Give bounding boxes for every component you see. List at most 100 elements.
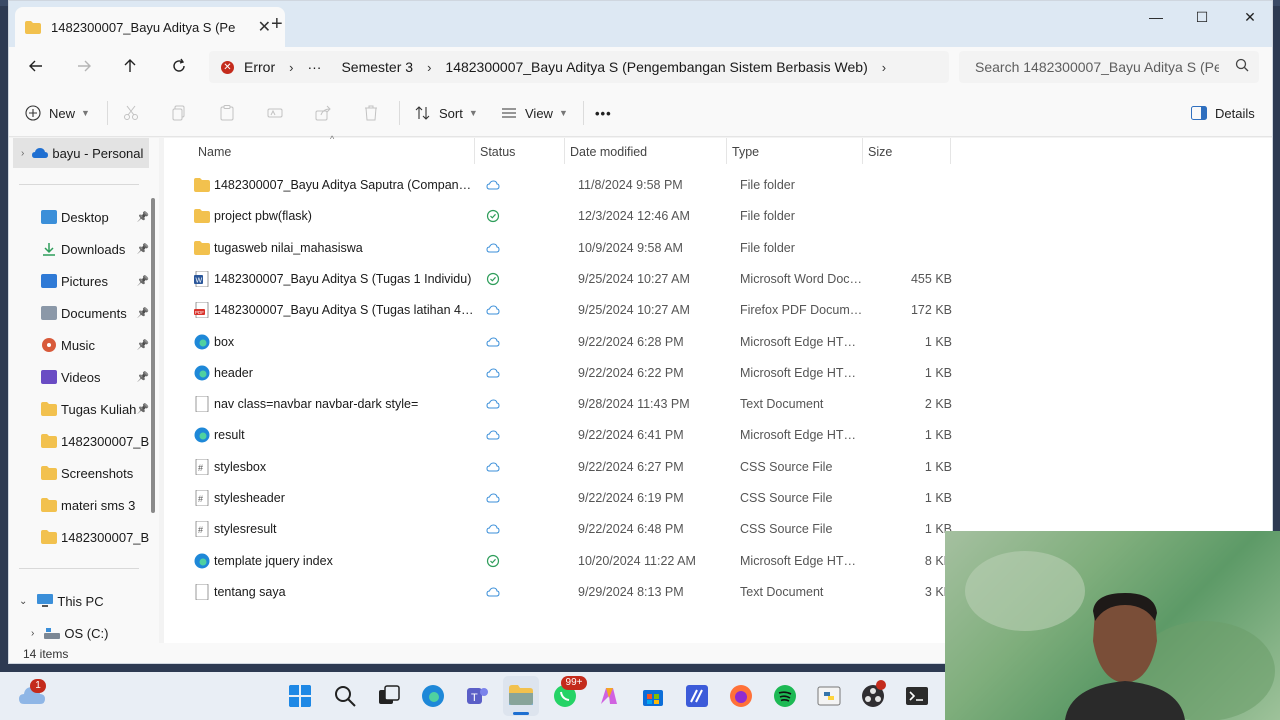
details-button[interactable]: Details (1191, 101, 1255, 125)
new-tab-button[interactable]: + (271, 13, 283, 36)
file-row[interactable]: W 1482300007_Bayu Aditya S (Tugas 1 Indiv… (184, 264, 954, 295)
close-tab-icon[interactable]: ✕ (258, 17, 271, 37)
column-header-date[interactable]: Date modified (570, 145, 647, 159)
sidebar-item-1[interactable]: Desktop 📌 (9, 202, 149, 232)
breadcrumb-semester[interactable]: Semester 3 (341, 59, 413, 75)
file-row[interactable]: 1482300007_Bayu Aditya Saputra (Company … (184, 170, 954, 201)
copilot-icon[interactable] (597, 684, 621, 708)
firefox-icon[interactable] (729, 684, 753, 708)
sidebar-item-onedrive[interactable]: › bayu - Personal (13, 138, 149, 168)
sidebar-item-8[interactable]: 1482300007_Bayu Aditya S (Pengembangan S… (9, 426, 149, 456)
file-row[interactable]: # stylesheader 9/22/2024 6:19 PM CSS Source… (184, 483, 954, 514)
pin-icon[interactable]: 📌 (137, 212, 149, 223)
pdf-icon: PDF (194, 302, 209, 319)
sidebar-item-label: Music (61, 337, 95, 353)
cut-button[interactable] (123, 101, 139, 125)
file-row[interactable]: project pbw(flask) 12/3/2024 12:46 AM File… (184, 201, 954, 232)
column-divider[interactable] (726, 138, 727, 164)
tab-current[interactable]: 1482300007_Bayu Aditya S (Pe ✕ (15, 7, 285, 47)
python-idle-icon[interactable] (817, 684, 841, 708)
search-box[interactable]: Search 1482300007_Bayu Aditya S (Pengemb… (959, 51, 1259, 83)
task-view-icon[interactable] (377, 684, 401, 708)
back-button[interactable] (21, 55, 51, 81)
sidebar-item-6[interactable]: Videos 📌 (9, 362, 149, 392)
videos-icon (41, 370, 57, 384)
pin-icon[interactable]: 📌 (137, 404, 149, 415)
pin-icon[interactable]: 📌 (137, 244, 149, 255)
sidebar-item-2[interactable]: Downloads 📌 (9, 234, 149, 264)
obs-button[interactable] (861, 680, 886, 708)
delete-button[interactable] (363, 101, 379, 125)
svg-text:#: # (198, 494, 203, 504)
column-divider[interactable] (474, 138, 475, 164)
copy-button[interactable] (171, 101, 187, 125)
column-header-status[interactable]: Status (480, 145, 515, 159)
sidebar-item-9[interactable]: Screenshots (9, 458, 149, 488)
file-row[interactable]: template jquery index 10/20/2024 11:22 AM… (184, 546, 954, 577)
breadcrumb[interactable]: ✕ Error › ··· Semester 3 › 1482300007_Ba… (209, 51, 949, 83)
weather-widget[interactable]: 1 (18, 679, 46, 706)
synced-check-icon (486, 272, 500, 285)
column-divider[interactable] (862, 138, 863, 164)
title-bar: 1482300007_Bayu Aditya S (Pe ✕ + — ☐ ✕ (9, 1, 1272, 47)
forward-button[interactable] (69, 55, 99, 81)
sidebar-item-11[interactable]: 1482300007_Bayu Aditya S (Pengembangan S… (9, 522, 149, 552)
file-explorer-taskbar-button[interactable] (503, 676, 539, 716)
refresh-button[interactable] (164, 55, 194, 81)
column-divider[interactable] (950, 138, 951, 164)
sidebar-item-3[interactable]: Pictures 📌 (9, 266, 149, 296)
up-button[interactable] (115, 55, 145, 81)
share-icon (315, 105, 331, 121)
maximize-button[interactable]: ☐ (1179, 9, 1225, 26)
column-header-size[interactable]: Size (868, 145, 892, 159)
whatsapp-button[interactable]: 99+ (553, 676, 587, 708)
file-row[interactable]: header 9/22/2024 6:22 PM Microsoft Edge HT… (184, 358, 954, 389)
sidebar-item-7[interactable]: Tugas Kuliah 📌 (9, 394, 149, 424)
breadcrumb-current-folder[interactable]: 1482300007_Bayu Aditya S (Pengembangan S… (445, 59, 867, 75)
sidebar-item-4[interactable]: Documents 📌 (9, 298, 149, 328)
search-input[interactable]: Search 1482300007_Bayu Aditya S (Pengemb… (975, 59, 1219, 75)
vscode-like-icon[interactable] (685, 684, 709, 708)
more-options-button[interactable]: ••• (595, 101, 612, 125)
column-header-type[interactable]: Type (732, 145, 759, 159)
breadcrumb-error[interactable]: Error (244, 59, 275, 75)
sidebar-item-this-pc[interactable]: ⌄ This PC (9, 586, 149, 616)
column-divider[interactable] (564, 138, 565, 164)
search-icon[interactable] (333, 684, 357, 708)
view-button[interactable]: View ▼ (501, 101, 568, 125)
pin-icon[interactable]: 📌 (137, 340, 149, 351)
sidebar-scrollbar[interactable] (151, 198, 155, 513)
terminal-icon[interactable] (905, 684, 929, 708)
pin-icon[interactable]: 📌 (137, 308, 149, 319)
sidebar-item-5[interactable]: Music 📌 (9, 330, 149, 360)
sort-button[interactable]: Sort ▼ (415, 101, 478, 125)
pin-icon[interactable]: 📌 (137, 372, 149, 383)
edge-icon[interactable] (421, 684, 445, 708)
windows-start-icon[interactable] (288, 684, 312, 708)
file-size: 1 KB (924, 459, 952, 474)
rename-button[interactable] (267, 101, 283, 125)
spotify-icon[interactable] (773, 684, 797, 708)
file-row[interactable]: PDF 1482300007_Bayu Aditya S (Tugas latih… (184, 295, 954, 326)
breadcrumb-overflow[interactable]: ··· (307, 59, 321, 75)
file-row[interactable]: # stylesresult 9/22/2024 6:48 PM CSS Source… (184, 514, 954, 545)
file-row[interactable]: # stylesbox 9/22/2024 6:27 PM CSS Source Fi… (184, 452, 954, 483)
teams-icon[interactable]: T (465, 684, 489, 708)
paste-button[interactable] (219, 101, 235, 125)
column-header-name[interactable]: Name (198, 145, 231, 159)
file-row[interactable]: nav class=navbar navbar-dark style= 9/28/… (184, 389, 954, 420)
folder-icon (41, 466, 57, 480)
pin-icon[interactable]: 📌 (137, 276, 149, 287)
folder-icon (41, 530, 57, 544)
minimize-button[interactable]: — (1133, 9, 1179, 25)
file-row[interactable]: tentang saya 9/29/2024 8:13 PM Text Docume… (184, 577, 954, 608)
recording-indicator (876, 680, 886, 690)
file-row[interactable]: box 9/22/2024 6:28 PM Microsoft Edge HTML … (184, 327, 954, 358)
share-button[interactable] (315, 101, 331, 125)
close-window-button[interactable]: ✕ (1227, 9, 1272, 26)
new-button[interactable]: New ▼ (25, 101, 90, 125)
file-row[interactable]: tugasweb nilai_mahasiswa 10/9/2024 9:58 A… (184, 233, 954, 264)
sidebar-item-10[interactable]: materi sms 3 (9, 490, 149, 520)
file-row[interactable]: result 9/22/2024 6:41 PM Microsoft Edge HT… (184, 420, 954, 451)
microsoft-store-icon[interactable] (641, 684, 665, 708)
